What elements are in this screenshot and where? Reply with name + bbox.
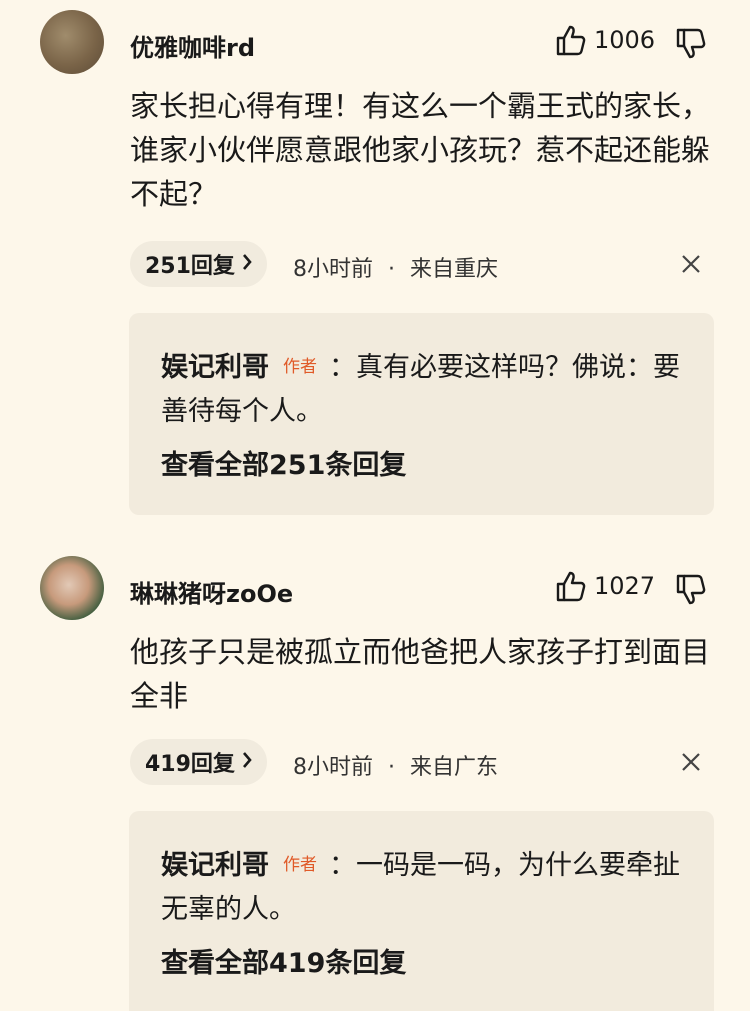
username[interactable]: 琳琳猪呀zoOe [130,574,293,609]
like-button[interactable]: 1006 [556,24,655,56]
reply-count-button[interactable]: 419回复 [130,739,267,785]
reply-preview-box[interactable]: 娱记利哥 作者 ：真有必要这样吗？佛说：要善待每个人。 查看全部251条回复 [129,313,714,515]
reply-preview-box[interactable]: 娱记利哥 作者 ：一码是一码，为什么要牵扯无辜的人。 查看全部419条回复 [129,811,714,1011]
comment-text: 家长担心得有理！有这么一个霸王式的家长，谁家小伙伴愿意跟他家小孩玩？惹不起还能躲… [130,89,711,211]
chevron-right-icon [241,252,253,277]
comment-time: 8小时前 [293,257,373,282]
comment-time: 8小时前 [293,755,373,780]
comment-location: 来自广东 [410,755,499,780]
close-icon[interactable] [680,751,702,777]
like-count: 1006 [594,26,656,54]
like-button[interactable]: 1027 [556,570,655,602]
avatar[interactable] [40,556,104,620]
reply-count-label: 251回复 [145,254,235,279]
thumbs-up-icon [556,24,586,56]
chevron-right-icon [241,750,253,775]
comment-text: 他孩子只是被孤立而他爸把人家孩子打到面目全非 [130,635,711,713]
avatar[interactable] [40,10,104,74]
like-count: 1027 [594,572,656,600]
comment-meta: 8小时前 · 来自广东 [293,749,498,781]
reply-count-label: 419回复 [145,752,235,777]
thumbs-down-icon[interactable] [676,574,706,610]
close-icon[interactable] [680,253,702,279]
comment-meta: 8小时前 · 来自重庆 [293,251,498,283]
meta-separator: · [388,755,395,780]
reply-preview-text: 娱记利哥 作者 ：一码是一码，为什么要牵扯无辜的人。 [161,843,681,932]
author-badge: 作者 [283,357,317,377]
comment-location: 来自重庆 [410,257,499,282]
reply-author-name[interactable]: 娱记利哥 [161,850,269,881]
reply-count-button[interactable]: 251回复 [130,241,267,287]
meta-separator: · [388,257,395,282]
username[interactable]: 优雅咖啡rd [130,28,255,63]
view-all-replies-link[interactable]: 查看全部251条回复 [161,443,406,482]
view-all-replies-link[interactable]: 查看全部419条回复 [161,941,406,980]
thumbs-down-icon[interactable] [676,28,706,64]
thumbs-up-icon [556,570,586,602]
author-badge: 作者 [283,855,317,875]
reply-author-name[interactable]: 娱记利哥 [161,352,269,383]
reply-preview-text: 娱记利哥 作者 ：真有必要这样吗？佛说：要善待每个人。 [161,345,681,434]
